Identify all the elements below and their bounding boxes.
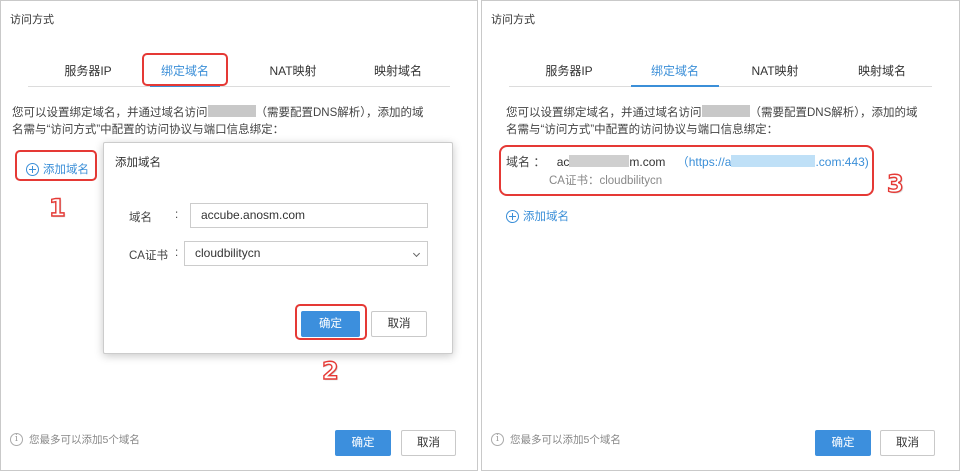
ok-button[interactable]: 确定 xyxy=(335,430,391,456)
tab-server-ip[interactable]: 服务器IP xyxy=(509,57,629,87)
tab-nat-mapping[interactable]: NAT映射 xyxy=(253,57,333,87)
desc-line2: 名需与“访问方式”中配置的访问协议与端口信息绑定： xyxy=(506,124,779,136)
step-marker-3: 3 xyxy=(886,169,904,198)
dialog-title: 添加域名 xyxy=(115,157,161,169)
domain-input[interactable]: accube.anosm.com xyxy=(190,203,428,228)
highlight-add-box xyxy=(15,150,97,181)
domain-label: 域名 xyxy=(129,212,152,224)
right-panel: 访问方式 服务器IP 绑定域名 NAT映射 映射域名 您可以设置绑定域名，并通过… xyxy=(481,0,960,471)
redacted-block xyxy=(207,105,256,117)
highlight-domain-box xyxy=(499,145,874,196)
tab-nat-mapping[interactable]: NAT映射 xyxy=(735,57,815,87)
footer-note: i 您最多可以添加5个域名 xyxy=(491,432,621,447)
add-domain-label: 添加域名 xyxy=(523,211,569,223)
footer-note-text: 您最多可以添加5个域名 xyxy=(510,434,621,446)
desc-line1-a: 您可以设置绑定域名，并通过域名访问 xyxy=(12,107,208,119)
panel-title: 访问方式 xyxy=(491,14,535,26)
plus-circle-icon xyxy=(506,209,519,223)
tab-bar: 服务器IP 绑定域名 NAT映射 映射域名 xyxy=(509,57,932,87)
desc-line2: 名需与“访问方式”中配置的访问协议与端口信息绑定： xyxy=(12,124,285,136)
add-domain-button[interactable]: 添加域名 xyxy=(506,208,569,224)
description-text: 您可以设置绑定域名，并通过域名访问 （需要配置DNS解析），添加的域 名需与“访问… xyxy=(506,105,946,139)
footer-note: i 您最多可以添加5个域名 xyxy=(10,432,140,447)
ok-button[interactable]: 确定 xyxy=(815,430,871,456)
tab-server-ip[interactable]: 服务器IP xyxy=(28,57,148,87)
redacted-block xyxy=(701,105,750,117)
panel-title: 访问方式 xyxy=(10,14,54,26)
desc-line1-b: （需要配置DNS解析），添加的域 xyxy=(255,107,424,119)
info-icon: i xyxy=(491,433,504,446)
highlight-ok-box xyxy=(295,304,367,340)
tab-mapped-domain[interactable]: 映射域名 xyxy=(842,57,922,87)
step-marker-1: 1 xyxy=(48,193,66,222)
footer-note-text: 您最多可以添加5个域名 xyxy=(29,434,140,446)
ca-label: CA证书 xyxy=(129,250,168,262)
cancel-button[interactable]: 取消 xyxy=(401,430,456,456)
desc-line1-b: （需要配置DNS解析），添加的域 xyxy=(749,107,918,119)
ca-colon: : xyxy=(175,247,179,259)
tab-mapped-domain[interactable]: 映射域名 xyxy=(358,57,438,87)
desc-line1-a: 您可以设置绑定域名，并通过域名访问 xyxy=(506,107,702,119)
ca-select-value: cloudbilitycn xyxy=(195,246,261,260)
add-domain-dialog: 添加域名 域名 : accube.anosm.com CA证书 : cloudb… xyxy=(103,142,453,354)
highlight-tab-box xyxy=(142,53,228,86)
domain-colon: : xyxy=(175,209,179,221)
chevron-down-icon xyxy=(412,249,421,258)
dialog-cancel-button[interactable]: 取消 xyxy=(371,311,427,337)
info-icon: i xyxy=(10,433,23,446)
cancel-button[interactable]: 取消 xyxy=(880,430,935,456)
step-marker-2: 2 xyxy=(321,356,339,385)
tab-bar: 服务器IP 绑定域名 NAT映射 映射域名 xyxy=(28,57,450,87)
ca-select[interactable]: cloudbilitycn xyxy=(184,241,428,266)
left-panel: 访问方式 服务器IP 绑定域名 NAT映射 映射域名 您可以设置绑定域名，并通过… xyxy=(0,0,478,471)
description-text: 您可以设置绑定域名，并通过域名访问 （需要配置DNS解析），添加的域 名需与“访问… xyxy=(12,105,452,139)
tab-bind-domain[interactable]: 绑定域名 xyxy=(631,57,719,87)
